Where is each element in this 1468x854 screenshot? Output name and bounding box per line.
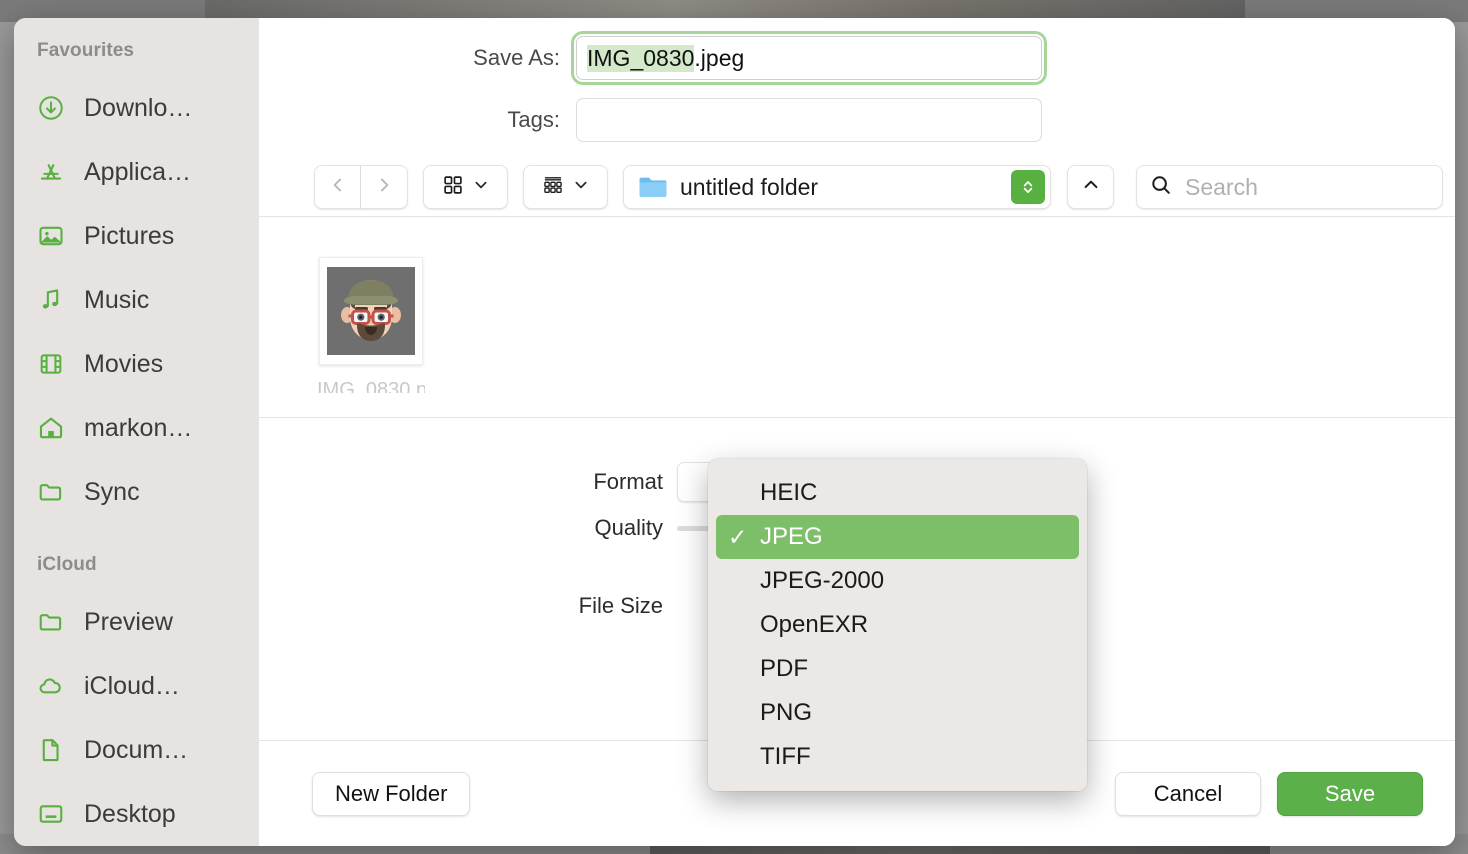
applications-icon <box>36 157 66 187</box>
back-button[interactable] <box>314 165 361 209</box>
menu-item-label: OpenEXR <box>760 611 869 638</box>
blue-folder-icon <box>638 174 668 200</box>
desktop-icon <box>36 799 66 829</box>
pictures-icon <box>36 221 66 251</box>
sidebar-item-downloads[interactable]: Downlo… <box>14 76 259 140</box>
save-as-label: Save As: <box>473 45 560 70</box>
file-item[interactable]: IMG_0830.png <box>317 257 425 393</box>
save-form: Save As: IMG_0830 .jpeg Tags: untitled f… <box>259 18 1455 216</box>
search-placeholder: Search <box>1185 173 1258 200</box>
menu-item-jpeg-2000[interactable]: JPEG-2000 <box>716 559 1079 603</box>
menu-item-pdf[interactable]: PDF <box>716 647 1079 691</box>
downloads-icon <box>36 93 66 123</box>
save-button[interactable]: Save <box>1277 771 1423 816</box>
list-view-icon <box>542 174 564 201</box>
sidebar: Favourites Downlo… Applica… Pictures Mus… <box>14 18 259 846</box>
chevron-up-icon <box>1081 175 1101 200</box>
menu-item-label: JPEG <box>760 523 823 550</box>
sidebar-item-applications[interactable]: Applica… <box>14 140 259 204</box>
sidebar-item-movies[interactable]: Movies <box>14 332 259 396</box>
filename-selected-text: IMG_0830 <box>587 44 695 72</box>
sidebar-item-music[interactable]: Music <box>14 268 259 332</box>
search-icon <box>1149 173 1173 202</box>
chevron-down-icon <box>573 177 589 198</box>
music-icon <box>36 285 66 315</box>
tags-input[interactable] <box>576 98 1042 142</box>
chevron-right-icon <box>374 175 394 200</box>
icon-view-button[interactable] <box>423 165 508 209</box>
menu-item-openexr[interactable]: OpenEXR <box>716 603 1079 647</box>
file-caption: IMG_0830.png <box>317 379 425 393</box>
enclosing-folder-button[interactable] <box>1067 165 1114 209</box>
sidebar-item-label: Applica… <box>84 157 191 186</box>
home-icon <box>36 413 66 443</box>
sidebar-section-header-icloud: iCloud <box>37 554 97 575</box>
list-view-button[interactable] <box>523 165 608 209</box>
sidebar-item-label: Preview <box>84 607 173 636</box>
cancel-button[interactable]: Cancel <box>1115 771 1261 816</box>
forward-button[interactable] <box>361 165 408 209</box>
new-folder-button[interactable]: New Folder <box>312 771 471 816</box>
sidebar-item-label: markon… <box>84 413 193 442</box>
menu-item-heic[interactable]: HEIC <box>716 471 1079 515</box>
file-thumbnail <box>319 257 423 365</box>
menu-item-label: TIFF <box>760 743 811 770</box>
filename-field-wrapper: IMG_0830 .jpeg <box>571 31 1047 85</box>
location-popup-button[interactable]: untitled folder <box>623 165 1051 209</box>
tags-label: Tags: <box>507 107 560 132</box>
sidebar-section-header-favourites: Favourites <box>37 40 135 61</box>
sidebar-item-sync[interactable]: Sync <box>14 460 259 524</box>
sidebar-item-label: Movies <box>84 349 164 378</box>
document-icon <box>36 735 66 765</box>
cloud-icon <box>36 671 66 701</box>
sidebar-item-documents[interactable]: Docum… <box>14 718 259 782</box>
menu-item-tiff[interactable]: TIFF <box>716 735 1079 779</box>
format-label: Format <box>593 469 663 494</box>
up-down-stepper-icon[interactable] <box>1011 170 1045 204</box>
menu-item-label: HEIC <box>760 479 818 506</box>
chevron-down-icon <box>473 177 489 198</box>
screen: Favourites Downlo… Applica… Pictures Mus… <box>0 0 1468 854</box>
menu-item-png[interactable]: PNG <box>716 691 1079 735</box>
location-label: untitled folder <box>680 173 819 200</box>
format-popup-menu[interactable]: HEIC ✓ JPEG JPEG-2000 OpenEXR PDF PNG TI… <box>708 459 1087 791</box>
movies-icon <box>36 349 66 379</box>
sidebar-item-label: Music <box>84 285 150 314</box>
checkmark-icon: ✓ <box>728 523 748 550</box>
navigation-toolbar: untitled folder Search <box>259 158 1455 216</box>
tags-row: Tags: <box>259 96 1455 144</box>
filename-extension-text: .jpeg <box>694 44 745 71</box>
file-browser: IMG_0830.png <box>259 217 1455 417</box>
save-as-row: Save As: IMG_0830 .jpeg <box>259 31 1455 85</box>
sidebar-item-label: Downlo… <box>84 93 193 122</box>
sidebar-item-pictures[interactable]: Pictures <box>14 204 259 268</box>
sidebar-item-home[interactable]: markon… <box>14 396 259 460</box>
file-size-label: File Size <box>578 593 663 618</box>
folder-icon <box>36 477 66 507</box>
sidebar-item-label: Desktop <box>84 799 176 828</box>
menu-item-label: PNG <box>760 699 813 726</box>
nav-buttons-group <box>314 165 408 209</box>
sidebar-item-label: Docum… <box>84 735 189 764</box>
sidebar-item-desktop[interactable]: Desktop <box>14 782 259 846</box>
sidebar-item-label: iCloud… <box>84 671 180 700</box>
menu-item-label: PDF <box>760 655 808 682</box>
search-field[interactable]: Search <box>1136 165 1443 209</box>
menu-item-label: JPEG-2000 <box>760 567 885 594</box>
sidebar-item-label: Pictures <box>84 221 175 250</box>
sidebar-item-preview[interactable]: Preview <box>14 590 259 654</box>
sidebar-item-label: Sync <box>84 477 140 506</box>
menu-item-jpeg[interactable]: ✓ JPEG <box>716 515 1079 559</box>
sidebar-item-icloud-drive[interactable]: iCloud… <box>14 654 259 718</box>
memoji-avatar <box>327 267 415 355</box>
chevron-left-icon <box>328 175 348 200</box>
folder-icon <box>36 607 66 637</box>
grid-view-icon <box>442 174 464 201</box>
quality-label: Quality <box>594 515 663 540</box>
filename-input[interactable]: IMG_0830 .jpeg <box>571 31 1047 85</box>
